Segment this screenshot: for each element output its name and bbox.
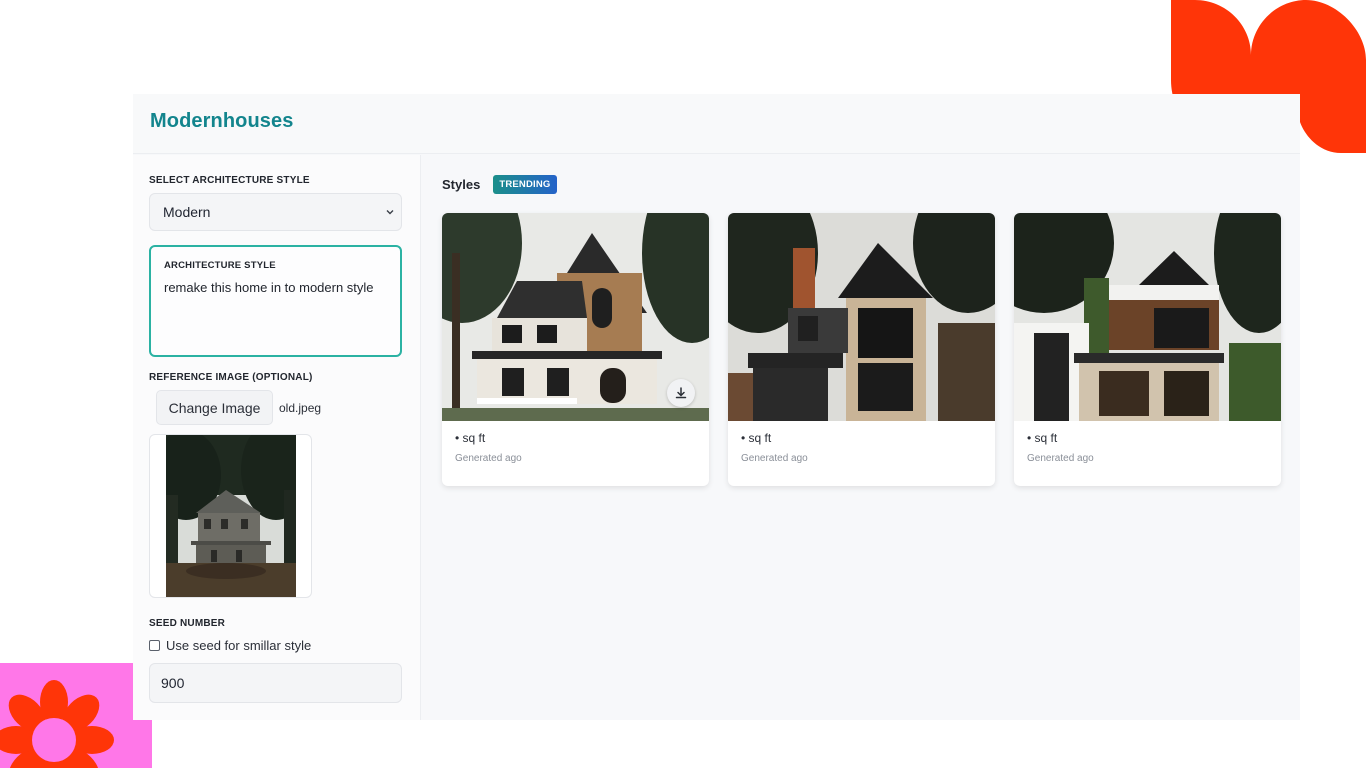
app-window: Modernhouses SELECT ARCHITECTURE STYLE M… [133, 94, 1300, 720]
style-card-3[interactable]: • sq ft Generated ago [1014, 213, 1281, 486]
architecture-prompt-text[interactable]: remake this home in to modern style [164, 280, 387, 295]
styles-header: Styles TRENDING [442, 175, 557, 194]
app-title[interactable]: Modernhouses [150, 110, 1283, 133]
architecture-prompt-label: ARCHITECTURE STYLE [164, 260, 276, 271]
reference-image-label: REFERENCE IMAGE (OPTIONAL) [149, 372, 313, 383]
change-image-button[interactable]: Change Image [156, 390, 273, 425]
generated-house-image-3[interactable] [1014, 213, 1281, 421]
page: Modernhouses SELECT ARCHITECTURE STYLE M… [0, 0, 1366, 768]
download-button[interactable] [667, 379, 695, 407]
seed-number-input[interactable]: 900 [149, 663, 402, 703]
card-sqft: • sq ft [455, 431, 486, 445]
use-seed-checkbox-label: Use seed for smillar style [166, 638, 312, 653]
styles-title: Styles [442, 177, 481, 192]
card-meta: • sq ft Generated ago [728, 421, 995, 474]
architecture-prompt-field[interactable]: ARCHITECTURE STYLE remake this home in t… [149, 245, 402, 357]
card-generated-time: Generated ago [455, 453, 522, 464]
chevron-down-icon [386, 210, 394, 215]
flower-icon [0, 680, 114, 768]
architecture-style-select-label: SELECT ARCHITECTURE STYLE [149, 175, 310, 186]
architecture-style-select[interactable]: Modern [149, 193, 402, 231]
decorative-flower-panel [0, 663, 152, 768]
sidebar: SELECT ARCHITECTURE STYLE Modern ARCHITE… [133, 155, 421, 720]
app-header: Modernhouses [133, 94, 1300, 154]
card-generated-time: Generated ago [1027, 453, 1094, 464]
old-house-image [165, 435, 296, 597]
seed-number-label: SEED NUMBER [149, 618, 226, 629]
use-seed-checkbox[interactable] [149, 640, 160, 651]
use-seed-option[interactable]: Use seed for smillar style [149, 638, 311, 653]
generated-house-image-2[interactable] [728, 213, 995, 421]
card-sqft: • sq ft [741, 431, 772, 445]
card-meta: • sq ft Generated ago [442, 421, 709, 474]
card-sqft: • sq ft [1027, 431, 1058, 445]
seed-number-value: 900 [161, 675, 185, 691]
reference-file-name: old.jpeg [279, 401, 322, 415]
style-card-2[interactable]: • sq ft Generated ago [728, 213, 995, 486]
reference-image-preview [149, 434, 312, 598]
architecture-style-select-value: Modern [163, 204, 211, 220]
card-meta: • sq ft Generated ago [1014, 421, 1281, 474]
trending-badge: TRENDING [493, 175, 557, 194]
download-icon [675, 387, 687, 399]
card-generated-time: Generated ago [741, 453, 808, 464]
style-card-1[interactable]: • sq ft Generated ago [442, 213, 709, 486]
styles-panel: Styles TRENDING • sq ft Generated ago • … [422, 155, 1300, 720]
